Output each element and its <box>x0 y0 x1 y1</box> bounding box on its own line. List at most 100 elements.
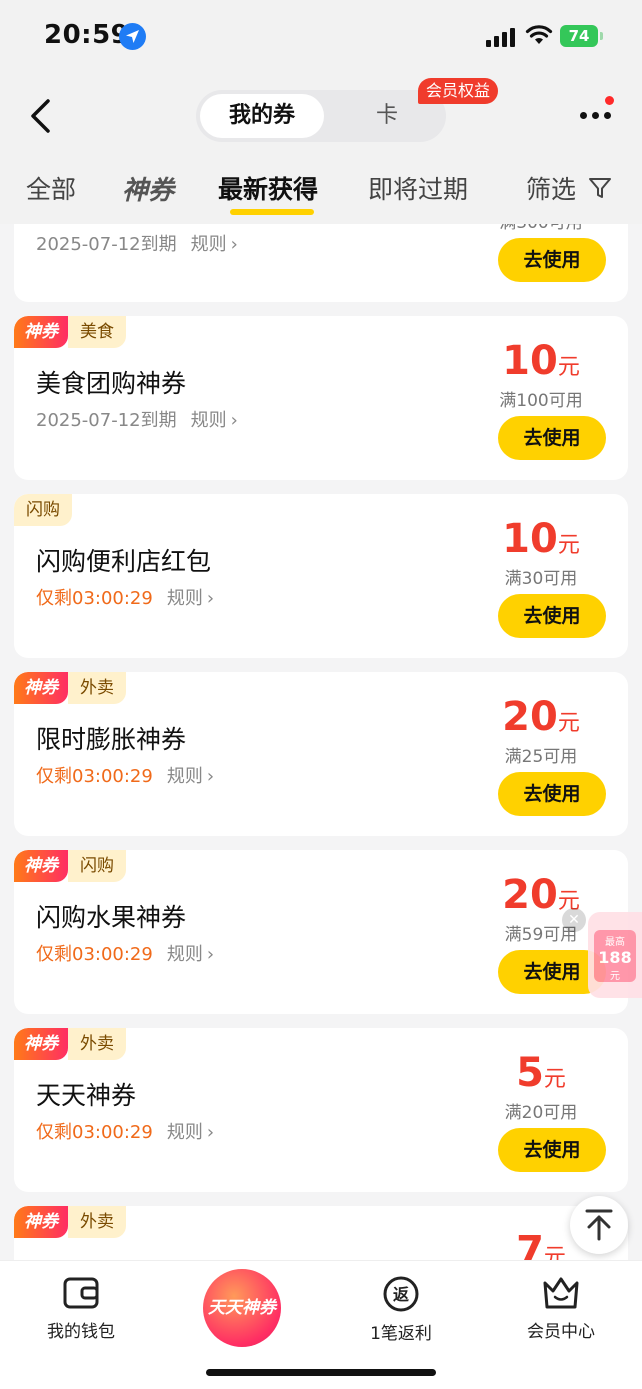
tab-member-label: 会员中心 <box>527 1322 595 1342</box>
coupon-rule-link[interactable]: 规则 <box>167 1122 203 1143</box>
use-coupon-button[interactable]: 去使用 <box>498 238 606 282</box>
coupon-countdown: 仅剩03:00:29 <box>36 766 153 787</box>
home-indicator <box>206 1369 436 1376</box>
coupon-amount: 20元 <box>502 872 580 918</box>
tab-wallet[interactable]: 我的钱包 <box>16 1275 146 1342</box>
rebate-icon: 返 <box>383 1276 419 1312</box>
coupon-title: 闪购便利店红包 <box>36 547 212 576</box>
cellular-signal-icon <box>486 27 518 47</box>
arrow-up-icon <box>585 1209 613 1241</box>
coupon-title: 闪购水果神券 <box>36 903 187 932</box>
category-tag: 美食 <box>68 316 126 348</box>
status-time: 20:59 <box>44 20 130 50</box>
category-tag: 外卖 <box>68 1028 126 1060</box>
coupon-title: 美食团购神券 <box>36 369 187 398</box>
more-options-icon[interactable] <box>580 112 614 122</box>
coupon-amount: 5元 <box>516 1050 566 1096</box>
shenquan-tag: 神券 <box>14 1206 68 1238</box>
coupon-threshold: 满25可用 <box>504 747 578 767</box>
coupon-card: 神券 外卖 天天神券 仅剩03:00:29 规则 › 5元 满20可用 去使用 <box>14 1028 628 1192</box>
coupon-countdown: 仅剩03:00:29 <box>36 1122 153 1143</box>
category-tag: 外卖 <box>68 1206 126 1238</box>
coupon-rule-link[interactable]: 规则 <box>191 410 227 431</box>
funnel-icon[interactable] <box>588 176 612 204</box>
coupon-threshold: 满20可用 <box>504 1103 578 1123</box>
use-coupon-button[interactable]: 去使用 <box>498 1128 606 1172</box>
back-arrow-icon[interactable] <box>28 98 54 134</box>
use-coupon-button[interactable]: 去使用 <box>498 416 606 460</box>
coupon-amount: 20元 <box>502 694 580 740</box>
floating-promo-widget[interactable]: 最高 188 元 <box>588 912 642 998</box>
filter-button[interactable]: 筛选 <box>526 170 576 206</box>
filter-tabs: 全部 神券 最新获得 即将过期 筛选 <box>0 162 642 224</box>
shenquan-tag: 神券 <box>14 672 68 704</box>
category-tag: 闪购 <box>14 494 72 526</box>
coupon-tags: 神券 外卖 <box>14 1028 126 1060</box>
center-promo-button[interactable]: 天天神券 <box>203 1269 281 1347</box>
chevron-right-icon: › <box>206 1122 215 1143</box>
header: 我的券 卡 会员权益 <box>0 72 642 162</box>
shenquan-tag: 神券 <box>14 1028 68 1060</box>
coupon-tags: 神券 外卖 <box>14 672 126 704</box>
coupon-rule-link[interactable]: 规则 <box>167 944 203 965</box>
coupon-countdown: 仅剩03:00:29 <box>36 588 153 609</box>
coupon-card: 神券 外卖 7元 <box>14 1206 628 1260</box>
member-benefits-badge[interactable]: 会员权益 <box>418 78 499 104</box>
coupon-threshold: 满30可用 <box>504 569 578 589</box>
promo-unit: 元 <box>610 971 620 982</box>
chevron-right-icon: › <box>206 944 215 965</box>
coupon-card: 神券 美食 美食团购神券 2025-07-12到期 规则 › 10元 满100可用 … <box>14 316 628 480</box>
notification-dot <box>605 96 614 105</box>
coupon-rule-link[interactable]: 规则 <box>167 766 203 787</box>
promo-top-text: 最高 <box>605 937 625 948</box>
shenquan-tag: 神券 <box>14 850 68 882</box>
battery-icon: 74 <box>560 25 603 47</box>
filter-tab-shenquan[interactable]: 神券 <box>122 170 174 207</box>
tab-wallet-label: 我的钱包 <box>47 1322 115 1342</box>
coupon-card: 神券 闪购 闪购水果神券 仅剩03:00:29 规则 › 20元 满59可用 去使用 <box>14 850 628 1014</box>
shenquan-tag: 神券 <box>14 316 68 348</box>
tab-member-center[interactable]: 会员中心 <box>496 1275 626 1342</box>
chevron-right-icon: › <box>230 234 238 255</box>
use-coupon-button[interactable]: 去使用 <box>498 594 606 638</box>
back-to-top-button[interactable] <box>570 1196 628 1254</box>
status-bar: 20:59 74 <box>0 0 642 72</box>
coupon-tags: 神券 闪购 <box>14 850 126 882</box>
coupon-tags: 神券 美食 <box>14 316 126 348</box>
wifi-icon <box>525 24 553 50</box>
category-tag: 闪购 <box>68 850 126 882</box>
coupon-amount: 10元 <box>502 338 580 384</box>
wallet-icon <box>63 1277 99 1309</box>
filter-tab-latest[interactable]: 最新获得 <box>218 170 318 206</box>
promo-value: 188 <box>598 948 632 967</box>
coupon-expire: 2025-07-12到期 <box>36 410 177 431</box>
coupon-card: 神券 外卖 限时膨胀神券 仅剩03:00:29 规则 › 20元 满25可用 去使用 <box>14 672 628 836</box>
category-tag: 外卖 <box>68 672 126 704</box>
coupon-threshold: 满59可用 <box>504 925 578 945</box>
tab-rebate-label: 1笔返利 <box>370 1324 432 1344</box>
coupon-card: 2025-07-12到期规则› 满300可用 去使用 <box>14 224 628 302</box>
use-coupon-button[interactable]: 去使用 <box>498 772 606 816</box>
filter-tab-expiring[interactable]: 即将过期 <box>368 170 468 206</box>
coupon-tags: 神券 外卖 <box>14 1206 126 1238</box>
tab-my-coupons[interactable]: 我的券 <box>200 94 324 138</box>
crown-icon <box>543 1277 579 1309</box>
tab-rebate[interactable]: 返 1笔返利 <box>336 1275 466 1344</box>
chevron-right-icon: › <box>230 410 238 431</box>
close-icon[interactable]: ✕ <box>562 908 586 932</box>
coupon-title: 限时膨胀神券 <box>36 725 187 754</box>
filter-tab-all[interactable]: 全部 <box>26 170 76 206</box>
coupon-card-switch: 我的券 卡 <box>196 90 446 142</box>
coupon-threshold: 满100可用 <box>499 391 583 411</box>
coupon-card: 闪购 闪购便利店红包 仅剩03:00:29 规则 › 10元 满30可用 去使用 <box>14 494 628 658</box>
coupon-tags: 闪购 <box>14 494 72 526</box>
coupon-rule-link[interactable]: 规则 <box>167 588 203 609</box>
svg-text:返: 返 <box>393 1285 409 1304</box>
coupon-threshold: 满300可用 <box>476 224 606 233</box>
location-arrow-icon <box>119 23 146 50</box>
coupon-rule-link[interactable]: 规则 <box>191 234 227 255</box>
coupon-list: 2025-07-12到期规则› 满300可用 去使用 神券 美食 美食团购神券 … <box>0 224 642 1260</box>
coupon-countdown: 仅剩03:00:29 <box>36 944 153 965</box>
coupon-title: 天天神券 <box>36 1081 137 1110</box>
chevron-right-icon: › <box>206 588 215 609</box>
